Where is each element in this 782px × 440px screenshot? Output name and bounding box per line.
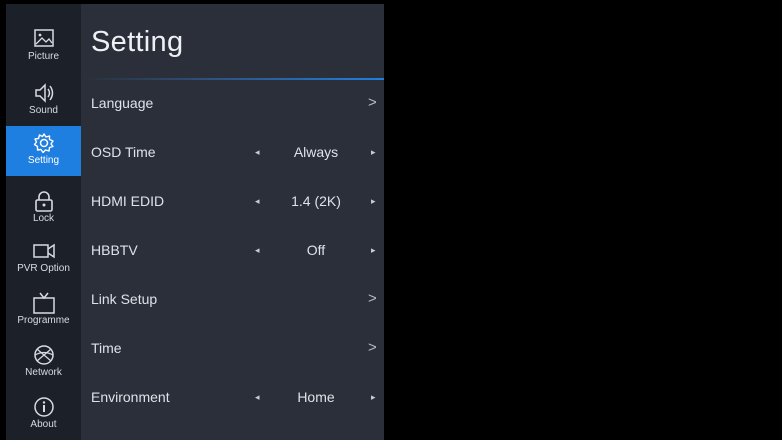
- row-label: HDMI EDID: [91, 193, 165, 209]
- lock-icon: [32, 190, 56, 212]
- chevron-right-icon: >: [368, 94, 377, 111]
- sidebar-item-pvr-option[interactable]: PVR Option: [6, 234, 81, 284]
- settings-row-language[interactable]: Language >: [81, 84, 384, 124]
- arrow-left-icon[interactable]: ◂: [255, 196, 260, 207]
- settings-row-hdmi-edid[interactable]: HDMI EDID ◂ 1.4 (2K) ▸: [81, 182, 384, 222]
- arrow-right-icon[interactable]: ▸: [371, 392, 376, 403]
- row-label: HBBTV: [91, 242, 138, 258]
- sidebar-item-label: Setting: [27, 155, 60, 166]
- chevron-right-icon: >: [368, 339, 377, 356]
- sidebar-item-setting[interactable]: Setting: [6, 126, 81, 176]
- picture-icon: [32, 28, 56, 50]
- sidebar-item-label: Sound: [29, 105, 58, 116]
- settings-row-osd-time[interactable]: OSD Time ◂ Always ▸: [81, 133, 384, 173]
- sidebar-item-label: About: [30, 419, 57, 430]
- sidebar-item-label: Programme: [17, 315, 70, 326]
- info-icon: [32, 396, 56, 418]
- arrow-right-icon[interactable]: ▸: [371, 245, 376, 256]
- title-divider: [81, 78, 384, 80]
- sound-icon: [32, 82, 56, 104]
- settings-main: Setting Language > OSD Time ◂ Always ▸ H…: [81, 4, 384, 440]
- settings-row-environment[interactable]: Environment ◂ Home ▸: [81, 378, 384, 418]
- tv-settings-panel: Picture Sound Setting Lock PVR Option Pr…: [6, 4, 384, 440]
- row-label: Language: [91, 95, 154, 111]
- arrow-left-icon[interactable]: ◂: [255, 245, 260, 256]
- gear-icon: [32, 132, 56, 154]
- sidebar-item-about[interactable]: About: [6, 390, 81, 440]
- settings-row-time[interactable]: Time >: [81, 329, 384, 369]
- chevron-right-icon: >: [368, 290, 377, 307]
- sidebar-item-label: Picture: [27, 51, 60, 62]
- row-label: Time: [91, 340, 122, 356]
- row-label: Link Setup: [91, 291, 158, 307]
- sidebar-item-network[interactable]: Network: [6, 338, 81, 388]
- sidebar-item-lock[interactable]: Lock: [6, 184, 81, 234]
- row-label: Environment: [91, 389, 170, 405]
- sidebar-item-label: Network: [25, 367, 62, 378]
- settings-row-link-setup[interactable]: Link Setup >: [81, 280, 384, 320]
- row-value: Home: [297, 389, 335, 405]
- arrow-right-icon[interactable]: ▸: [371, 147, 376, 158]
- page-title: Setting: [91, 26, 184, 58]
- settings-row-hbbtv[interactable]: HBBTV ◂ Off ▸: [81, 231, 384, 271]
- row-value: 1.4 (2K): [291, 193, 341, 209]
- sidebar-item-programme[interactable]: Programme: [6, 286, 81, 336]
- tv-icon: [32, 292, 56, 314]
- sidebar-item-label: Lock: [32, 213, 55, 224]
- globe-icon: [32, 344, 56, 366]
- sidebar-item-label: PVR Option: [17, 263, 70, 274]
- arrow-right-icon[interactable]: ▸: [371, 196, 376, 207]
- sidebar-nav: Picture Sound Setting Lock PVR Option Pr…: [6, 4, 81, 440]
- arrow-left-icon[interactable]: ◂: [255, 147, 260, 158]
- sidebar-item-sound[interactable]: Sound: [6, 76, 81, 126]
- row-value: Off: [306, 242, 326, 258]
- sidebar-item-picture[interactable]: Picture: [6, 22, 81, 72]
- row-label: OSD Time: [91, 144, 156, 160]
- record-icon: [32, 240, 56, 262]
- arrow-left-icon[interactable]: ◂: [255, 392, 260, 403]
- row-value: Always: [293, 144, 339, 160]
